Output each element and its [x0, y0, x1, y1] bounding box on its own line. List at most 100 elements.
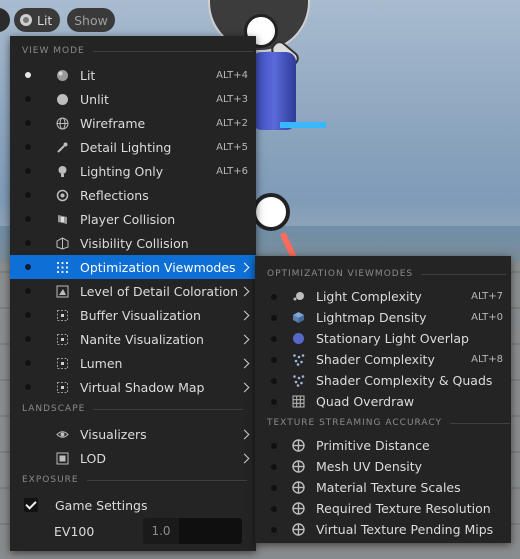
ev100-label: EV100: [54, 524, 95, 539]
chevron-right-icon: [239, 358, 250, 368]
menu-item-label: Buffer Visualization: [80, 307, 201, 323]
game-settings-checkbox[interactable]: [24, 498, 38, 512]
menu-item-label: Lit: [80, 67, 96, 83]
section-label: EXPOSURE: [22, 475, 79, 485]
shadow-map-grid-icon: [56, 381, 69, 394]
menu-item-label: Virtual Texture Pending Mips: [316, 522, 494, 537]
menu-item-label: Player Collision: [80, 211, 176, 227]
submenu-item-material-texture-scales[interactable]: Material Texture Scales: [255, 477, 511, 498]
radio-dot: [271, 335, 277, 342]
chevron-right-icon: [239, 310, 250, 320]
section-label: LANDSCAPE: [22, 404, 86, 414]
shader-dots-icon: [292, 353, 305, 366]
submenu-item-mesh-uv-density[interactable]: Mesh UV Density: [255, 456, 511, 477]
menu-item-label: Primitive Distance: [316, 438, 430, 453]
divider: [421, 273, 507, 275]
menu-item-reflections[interactable]: Reflections: [10, 183, 256, 207]
radio-dot: [25, 384, 31, 390]
menu-item-detail-lighting[interactable]: Detail Lighting ALT+5: [10, 135, 256, 159]
menu-item-label: Visualizers: [80, 426, 147, 442]
radio-dot: [25, 216, 31, 222]
menu-item-label: Lighting Only: [80, 163, 164, 179]
lit-sphere-icon: [20, 14, 32, 26]
radio-dot: [271, 484, 277, 491]
menu-item-visibility-collision[interactable]: Visibility Collision: [10, 231, 256, 255]
lod-icon: [56, 452, 69, 465]
submenu-item-stationary-light-overlap[interactable]: Stationary Light Overlap: [255, 328, 511, 349]
radio-dot: [25, 312, 31, 318]
shortcut-label: ALT+4: [216, 69, 248, 81]
radio-dot: [271, 293, 277, 300]
menu-item-label: Shader Complexity & Quads: [316, 373, 493, 388]
submenu-item-light-complexity[interactable]: Light Complexity ALT+7: [255, 286, 511, 307]
submenu-item-lightmap-density[interactable]: Lightmap Density ALT+0: [255, 307, 511, 328]
radio-dot: [25, 240, 31, 246]
blue-sphere-icon: [292, 332, 305, 345]
menu-item-virtual-shadow-map[interactable]: Virtual Shadow Map: [10, 375, 256, 399]
divider: [86, 479, 247, 481]
chevron-right-icon: [239, 382, 250, 392]
menu-item-lighting-only[interactable]: Lighting Only ALT+6: [10, 159, 256, 183]
submenu-item-quad-overdraw[interactable]: Quad Overdraw: [255, 391, 511, 412]
player-collision-icon: [56, 213, 69, 226]
menu-item-nanite-visualization[interactable]: Nanite Visualization: [10, 327, 256, 351]
menu-item-lod-coloration[interactable]: Level of Detail Coloration: [10, 279, 256, 303]
ev100-input[interactable]: 1.0: [143, 518, 242, 544]
menu-item-label: LOD: [80, 450, 106, 466]
radio-dot: [25, 120, 31, 126]
section-landscape: LANDSCAPE: [22, 404, 244, 414]
show-button[interactable]: Show: [67, 8, 115, 32]
radio-dot: [271, 377, 277, 384]
menu-item-lumen[interactable]: Lumen: [10, 351, 256, 375]
menu-item-unlit[interactable]: Unlit ALT+3: [10, 87, 256, 111]
radio-dot: [271, 463, 277, 470]
radio-dot: [271, 356, 277, 363]
submenu-item-primitive-distance[interactable]: Primitive Distance: [255, 435, 511, 456]
menu-item-buffer-visualization[interactable]: Buffer Visualization: [10, 303, 256, 327]
menu-item-label: Detail Lighting: [80, 139, 172, 155]
chevron-right-icon: [239, 286, 250, 296]
menu-item-label: Stationary Light Overlap: [316, 331, 469, 346]
menu-item-wireframe[interactable]: Wireframe ALT+2: [10, 111, 256, 135]
section-label: TEXTURE STREAMING ACCURACY: [267, 418, 443, 428]
menu-item-label: Unlit: [80, 91, 109, 107]
menu-item-label: Level of Detail Coloration: [80, 283, 239, 299]
section-exposure: EXPOSURE: [22, 475, 247, 485]
chevron-right-icon: [239, 262, 250, 272]
menu-item-lit[interactable]: Lit ALT+4: [10, 63, 256, 87]
shortcut-label: ALT+2: [216, 117, 248, 129]
blue-axis-arrow: [280, 122, 326, 128]
crosshair-icon: [292, 502, 305, 515]
menu-item-optimization-viewmodes[interactable]: Optimization Viewmodes: [10, 255, 256, 279]
shortcut-label: ALT+5: [216, 141, 248, 153]
submenu-item-shader-complexity[interactable]: Shader Complexity ALT+8: [255, 349, 511, 370]
menu-item-label: Mesh UV Density: [316, 459, 423, 474]
shortcut-label: ALT+0: [471, 312, 503, 323]
menu-item-player-collision[interactable]: Player Collision: [10, 207, 256, 231]
crosshair-icon: [292, 523, 305, 536]
section-label: OPTIMIZATION VIEWMODES: [267, 269, 414, 279]
menu-item-lod[interactable]: LOD: [10, 446, 256, 470]
menu-item-visualizers[interactable]: Visualizers: [10, 422, 256, 446]
chevron-right-icon: [239, 429, 250, 439]
game-settings-row[interactable]: Game Settings: [10, 493, 256, 517]
section-view-mode: VIEW MODE: [22, 46, 253, 56]
grid-dots-icon: [56, 261, 69, 274]
view-mode-button[interactable]: Lit: [14, 8, 60, 32]
radio-dot: [271, 398, 277, 405]
lightmap-cube-icon: [292, 311, 305, 324]
sun-light-icon[interactable]: [252, 193, 290, 231]
submenu-item-shader-complexity-quads[interactable]: Shader Complexity & Quads: [255, 370, 511, 391]
section-texture-streaming: TEXTURE STREAMING ACCURACY: [267, 418, 511, 428]
wireframe-globe-icon: [56, 117, 69, 130]
light-complexity-icon: [292, 290, 305, 303]
lumen-grid-icon: [56, 357, 69, 370]
view-mode-menu: VIEW MODE Lit ALT+4 Unlit ALT+3 Wirefram…: [10, 36, 256, 551]
reflection-sphere-icon: [56, 189, 69, 202]
menu-item-label: Virtual Shadow Map: [80, 379, 205, 395]
buffer-grid-icon: [56, 309, 69, 322]
submenu-item-virtual-texture-pending-mips[interactable]: Virtual Texture Pending Mips: [255, 519, 511, 540]
submenu-item-required-texture-resolution[interactable]: Required Texture Resolution: [255, 498, 511, 519]
lit-sphere-icon: [56, 69, 69, 82]
shader-quads-icon: [292, 374, 305, 387]
